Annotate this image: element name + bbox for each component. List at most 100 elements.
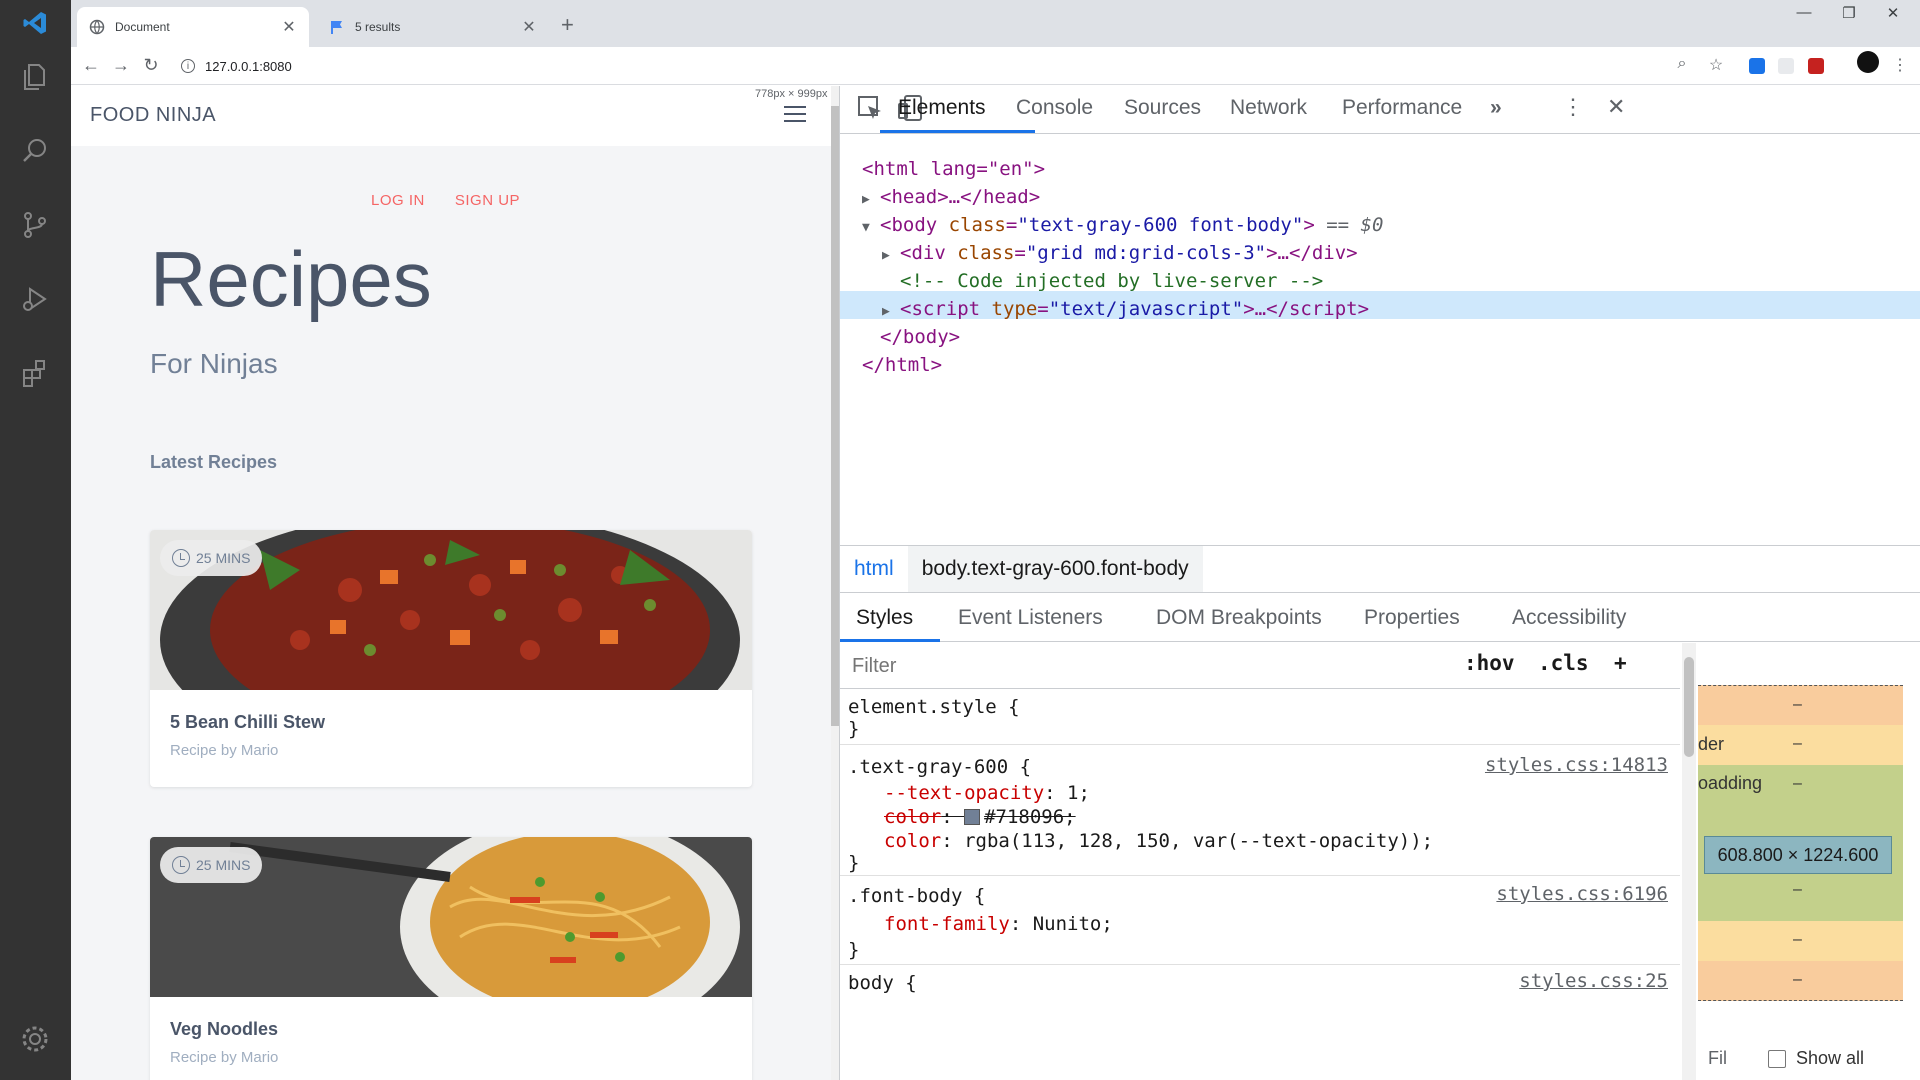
tab-sources[interactable]: Sources: [1124, 96, 1201, 120]
recipe-card[interactable]: 25 MINS Veg Noodles Recipe by Mario: [150, 837, 752, 1080]
margin-value[interactable]: –: [1793, 696, 1802, 714]
dom-node-head[interactable]: ▶ <head>…</head>: [862, 183, 1040, 211]
dom-node-div[interactable]: ▶ <div class="grid md:grid-cols-3">…</div…: [882, 239, 1358, 267]
new-rule-button[interactable]: +: [1614, 651, 1627, 675]
recipe-card[interactable]: 25 MINS 5 Bean Chilli Stew Recipe by Mar…: [150, 530, 752, 787]
recipe-title[interactable]: 5 Bean Chilli Stew: [170, 712, 325, 733]
box-model-content[interactable]: 608.800 × 1224.600: [1704, 836, 1892, 874]
source-control-icon[interactable]: [14, 204, 56, 246]
collapse-arrow-icon[interactable]: ▼: [862, 214, 880, 242]
rule-selector[interactable]: body {: [848, 970, 917, 996]
rule-source-link[interactable]: styles.css:14813: [1485, 754, 1668, 776]
breadcrumb-html[interactable]: html: [840, 546, 908, 592]
close-devtools-icon[interactable]: ✕: [1607, 94, 1625, 120]
hov-toggle[interactable]: :hov: [1464, 651, 1515, 675]
border-value[interactable]: –: [1793, 931, 1802, 949]
settings-gear-icon[interactable]: [14, 1018, 56, 1060]
dom-node-script[interactable]: ▶ <script type="text/javascript">…</scrip…: [882, 295, 1369, 323]
extension-icon[interactable]: [1749, 58, 1765, 74]
explorer-icon[interactable]: [14, 56, 56, 98]
scrollbar-thumb[interactable]: [831, 106, 839, 726]
dom-node-body[interactable]: ▼ <body class="text-gray-600 font-body"> …: [862, 211, 1383, 239]
brand-logo-text[interactable]: FOOD NINJA: [90, 104, 216, 127]
extensions-icon[interactable]: [14, 352, 56, 394]
close-window-icon[interactable]: ✕: [1873, 4, 1913, 22]
subtab-properties[interactable]: Properties: [1364, 606, 1460, 630]
new-tab-button[interactable]: +: [561, 12, 574, 38]
tab-performance[interactable]: Performance: [1342, 96, 1462, 120]
css-declaration-overridden[interactable]: color: #718096;: [884, 804, 1076, 830]
padding-value[interactable]: –: [1793, 775, 1802, 793]
subtab-accessibility[interactable]: Accessibility: [1512, 606, 1626, 630]
search-icon[interactable]: [14, 130, 56, 172]
cls-toggle[interactable]: .cls: [1538, 651, 1589, 675]
computed-filter-input[interactable]: Fil: [1708, 1048, 1727, 1069]
breadcrumb: html body.text-gray-600.font-body: [840, 545, 1920, 593]
styles-scrollbar[interactable]: [1682, 643, 1696, 1080]
breadcrumb-body[interactable]: body.text-gray-600.font-body: [907, 546, 1203, 592]
rule-selector[interactable]: .font-body {: [848, 883, 985, 909]
rule-selector[interactable]: element.style {: [848, 694, 1020, 720]
css-declaration[interactable]: --text-opacity: 1;: [884, 780, 1090, 806]
signup-link[interactable]: SIGN UP: [455, 192, 520, 209]
bookmark-star-icon[interactable]: ☆: [1705, 55, 1727, 75]
show-all-label[interactable]: Show all: [1796, 1048, 1864, 1069]
tab-network[interactable]: Network: [1230, 96, 1307, 120]
tab-elements[interactable]: Elements: [898, 96, 986, 120]
css-declaration[interactable]: color: rgba(113, 128, 150, var(--text-op…: [884, 828, 1433, 854]
close-tab-icon[interactable]: ✕: [281, 17, 297, 37]
back-icon[interactable]: ←: [81, 55, 101, 76]
menu-icon[interactable]: ⋮: [1889, 55, 1911, 75]
profile-avatar[interactable]: [1857, 51, 1879, 73]
rule-selector[interactable]: .text-gray-600 {: [848, 754, 1031, 780]
subtab-styles[interactable]: Styles: [856, 606, 913, 630]
subtab-dom-breakpoints[interactable]: DOM Breakpoints: [1156, 606, 1322, 630]
dom-node-comment[interactable]: <!-- Code injected by live-server -->: [900, 267, 1323, 295]
scrollbar-thumb[interactable]: [1684, 657, 1694, 757]
rule-source-link[interactable]: styles.css:6196: [1496, 883, 1668, 905]
padding-value[interactable]: –: [1793, 881, 1802, 899]
tab-strip: Document ✕ 5 results ✕ + — ❐ ✕: [71, 0, 1920, 47]
active-subtab-indicator: [840, 639, 940, 642]
auth-links: LOG IN SIGN UP: [371, 192, 520, 209]
forward-icon[interactable]: →: [111, 55, 131, 76]
dom-node-html-close[interactable]: </html>: [862, 351, 942, 379]
devtools-menu-icon[interactable]: ⋮: [1562, 94, 1584, 120]
extension-icon[interactable]: [1778, 58, 1794, 74]
dom-attr-value: "grid md:grid-cols-3": [1025, 242, 1267, 264]
rule-source-link[interactable]: styles.css:25: [1519, 970, 1668, 992]
more-tabs-icon[interactable]: »: [1490, 96, 1502, 120]
color-swatch[interactable]: [964, 809, 981, 825]
hamburger-menu-icon[interactable]: [784, 106, 806, 124]
show-all-checkbox[interactable]: [1768, 1050, 1786, 1068]
minimize-icon[interactable]: —: [1784, 4, 1824, 21]
zoom-icon[interactable]: ⌕: [1671, 55, 1693, 73]
run-debug-icon[interactable]: [14, 278, 56, 320]
dom-node-html[interactable]: <html lang="en">: [862, 155, 1045, 183]
address-bar[interactable]: i 127.0.0.1:8080: [181, 52, 1741, 80]
css-declaration[interactable]: font-family: Nunito;: [884, 911, 1113, 937]
styles-filter-input[interactable]: [852, 651, 1452, 681]
border-value[interactable]: –: [1793, 735, 1802, 753]
site-info-icon[interactable]: i: [181, 59, 195, 73]
maximize-icon[interactable]: ❐: [1829, 4, 1869, 22]
inspect-element-icon[interactable]: [856, 94, 884, 128]
tab-document[interactable]: Document ✕: [77, 7, 309, 47]
page-scrollbar[interactable]: [831, 86, 839, 1080]
tab-console[interactable]: Console: [1016, 96, 1093, 120]
subtab-event-listeners[interactable]: Event Listeners: [958, 606, 1103, 630]
css-value: : rgba(113, 128, 150, var(--text-opacity…: [941, 830, 1434, 852]
expand-arrow-icon[interactable]: ▶: [882, 298, 900, 326]
close-tab-icon[interactable]: ✕: [521, 17, 537, 37]
pdf-extension-icon[interactable]: [1808, 58, 1824, 74]
time-badge: 25 MINS: [160, 540, 263, 576]
recipe-title[interactable]: Veg Noodles: [170, 1019, 278, 1040]
margin-value[interactable]: –: [1793, 971, 1802, 989]
expand-arrow-icon[interactable]: ▶: [862, 186, 880, 214]
dom-attr-value: "text/javascript": [1048, 298, 1244, 320]
reload-icon[interactable]: ↻: [141, 55, 161, 76]
dom-node-body-close[interactable]: </body>: [880, 323, 960, 351]
tab-5-results[interactable]: 5 results ✕: [317, 7, 549, 47]
login-link[interactable]: LOG IN: [371, 192, 425, 209]
expand-arrow-icon[interactable]: ▶: [882, 242, 900, 270]
